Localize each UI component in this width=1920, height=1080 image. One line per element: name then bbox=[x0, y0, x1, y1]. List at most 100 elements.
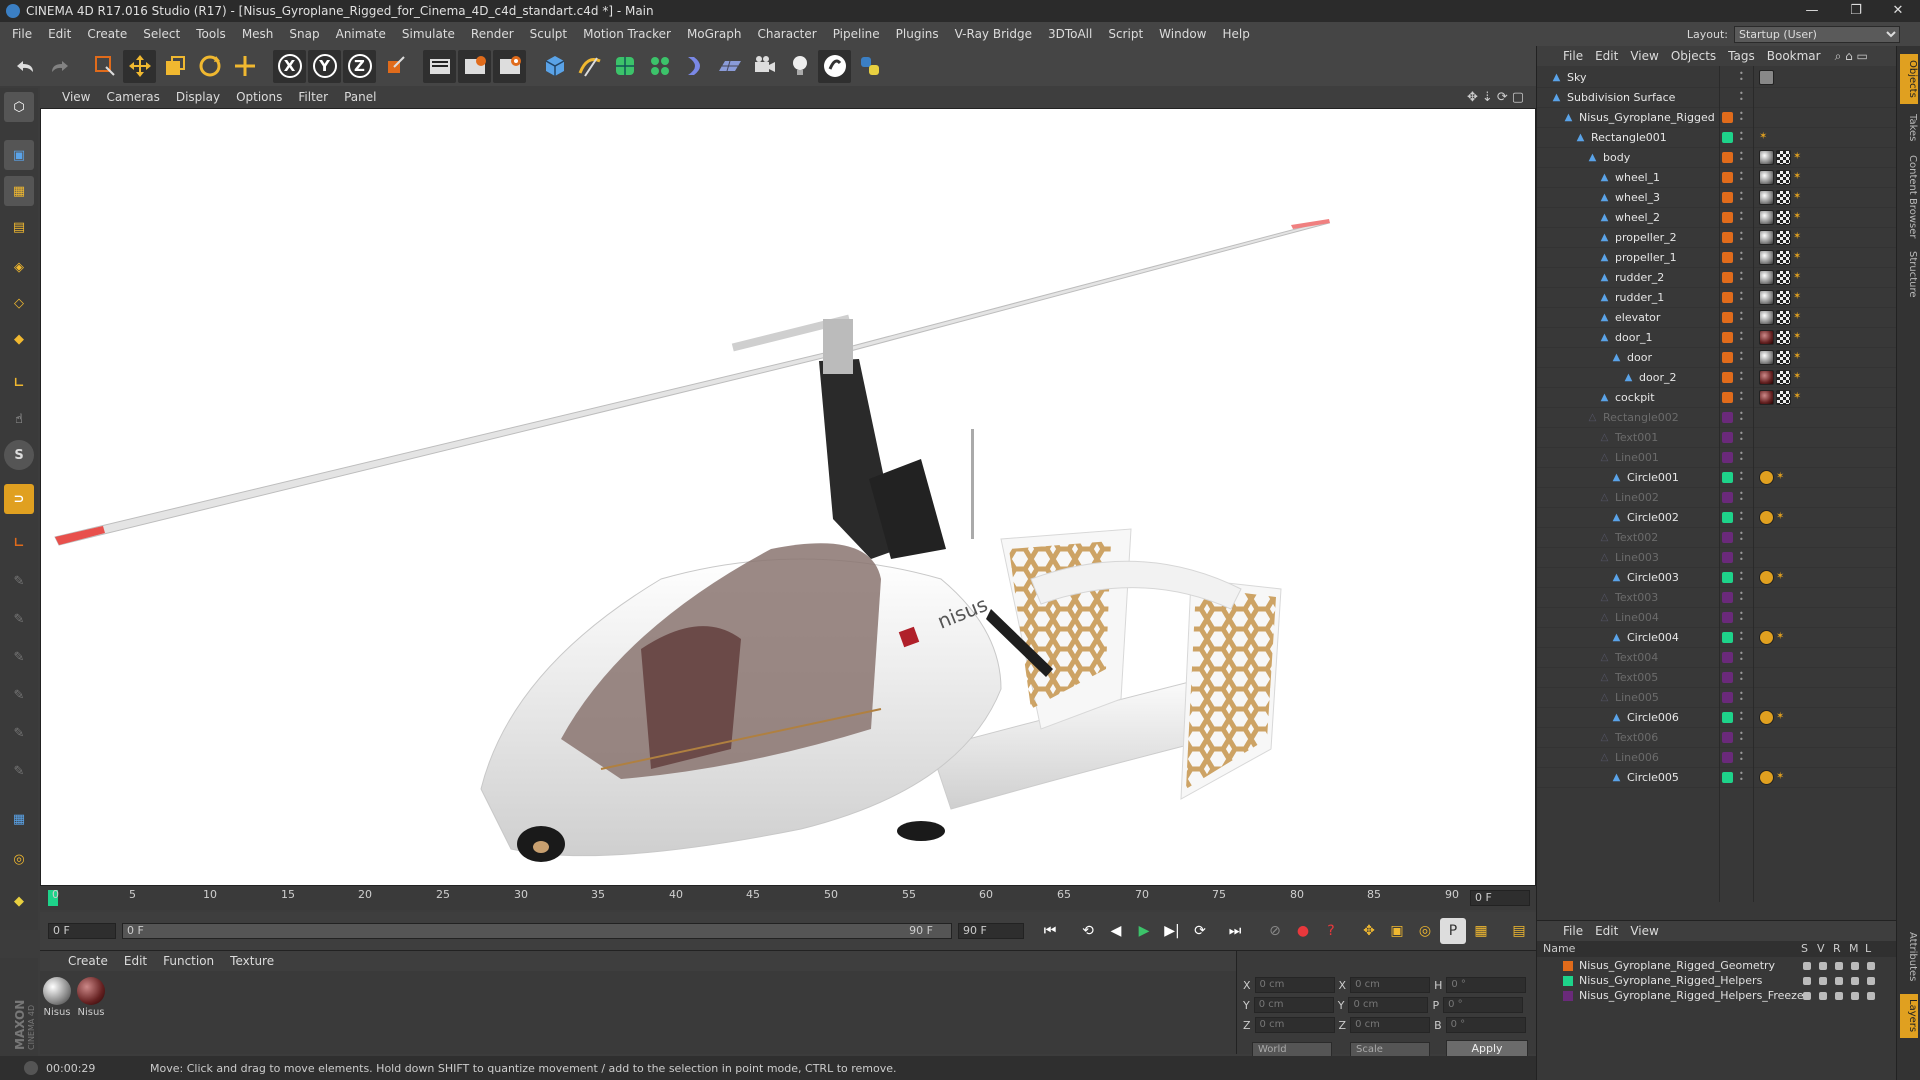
tag-ik-icon[interactable]: ✶ bbox=[1776, 710, 1791, 725]
render-settings-icon[interactable] bbox=[493, 49, 526, 83]
visibility-dots-icon[interactable]: • • bbox=[1739, 670, 1745, 684]
layer-color-swatch[interactable] bbox=[1722, 132, 1733, 143]
tag-chk-icon[interactable] bbox=[1776, 230, 1791, 245]
tag-mat-icon[interactable] bbox=[1759, 150, 1774, 165]
magnet-icon[interactable]: ⊃ bbox=[4, 484, 34, 514]
menu-vray-bridge[interactable]: V-Ray Bridge bbox=[947, 22, 1040, 46]
viewport-menu-display[interactable]: Display bbox=[168, 85, 228, 109]
layer-color-swatch[interactable] bbox=[1722, 252, 1733, 263]
object-menu-file[interactable]: File bbox=[1557, 44, 1589, 68]
layer-color-swatch[interactable] bbox=[1722, 372, 1733, 383]
object-row[interactable]: ▲ wheel_2 • • ✶ bbox=[1537, 208, 1897, 228]
tag-mat-icon[interactable] bbox=[1759, 310, 1774, 325]
layer-color-swatch[interactable] bbox=[1722, 432, 1733, 443]
visibility-dots-icon[interactable]: • • bbox=[1739, 730, 1745, 744]
scale-icon[interactable] bbox=[158, 50, 191, 83]
layer-row[interactable]: Nisus_Gyroplane_Rigged_Helpers bbox=[1537, 974, 1897, 988]
menu-character[interactable]: Character bbox=[749, 22, 824, 46]
object-row[interactable]: ▲ propeller_2 • • ✶ bbox=[1537, 228, 1897, 248]
tag-stop-icon[interactable] bbox=[1759, 630, 1774, 645]
deformer-icon[interactable] bbox=[678, 50, 711, 83]
menu-select[interactable]: Select bbox=[135, 22, 188, 46]
menu-script[interactable]: Script bbox=[1100, 22, 1151, 46]
layer-toggle-icon[interactable] bbox=[1819, 977, 1827, 985]
object-row[interactable]: ▲ propeller_1 • • ✶ bbox=[1537, 248, 1897, 268]
rotation-b-field[interactable]: 0 ° bbox=[1445, 1017, 1526, 1033]
key-position-icon[interactable]: ✥ bbox=[1356, 918, 1382, 944]
menu-pipeline[interactable]: Pipeline bbox=[825, 22, 888, 46]
tag-chk-icon[interactable] bbox=[1776, 290, 1791, 305]
visibility-dots-icon[interactable]: • • bbox=[1739, 450, 1745, 464]
sculpt-tool-1-icon[interactable]: ✎ bbox=[4, 566, 34, 596]
tag-mat-icon[interactable] bbox=[1759, 170, 1774, 185]
tag-stop-icon[interactable] bbox=[1759, 770, 1774, 785]
tag-mat-icon[interactable] bbox=[1759, 190, 1774, 205]
y-axis-icon[interactable]: Y bbox=[308, 49, 341, 83]
visibility-dots-icon[interactable]: • • bbox=[1739, 710, 1745, 724]
close-button[interactable]: ✕ bbox=[1876, 0, 1920, 22]
layer-color-swatch[interactable] bbox=[1722, 272, 1733, 283]
object-row[interactable]: ▲ door_1 • • ✶ bbox=[1537, 328, 1897, 348]
keyframe-selection-icon[interactable]: ? bbox=[1318, 918, 1344, 944]
layer-color-swatch[interactable] bbox=[1722, 332, 1733, 343]
layer-color-swatch[interactable] bbox=[1722, 672, 1733, 683]
rotation-h-field[interactable]: 0 ° bbox=[1446, 977, 1527, 993]
points-mode-icon[interactable]: ◈ bbox=[4, 252, 34, 282]
subdivision-icon[interactable] bbox=[608, 50, 641, 83]
tag-chk-icon[interactable] bbox=[1776, 330, 1791, 345]
layer-toggle-icon[interactable] bbox=[1851, 992, 1859, 1000]
tag-stop-icon[interactable] bbox=[1759, 570, 1774, 585]
layer-color-swatch[interactable] bbox=[1722, 452, 1733, 463]
layer-color-swatch[interactable] bbox=[1722, 692, 1733, 703]
object-menu-bookmarks[interactable]: Bookmar bbox=[1761, 44, 1827, 68]
tag-dark-icon[interactable] bbox=[1759, 390, 1774, 405]
layer-toggle-icon[interactable] bbox=[1867, 962, 1875, 970]
tag-ik-icon[interactable]: ✶ bbox=[1776, 630, 1791, 645]
object-row[interactable]: ▲ rudder_1 • • ✶ bbox=[1537, 288, 1897, 308]
object-row[interactable]: ▲ Circle005 • • ✶ bbox=[1537, 768, 1897, 788]
tag-ik-icon[interactable]: ✶ bbox=[1759, 130, 1774, 145]
python-icon[interactable] bbox=[853, 50, 886, 83]
axis-mode-icon[interactable]: ∟ bbox=[4, 368, 34, 398]
size-z-field[interactable]: 0 cm bbox=[1350, 1017, 1431, 1033]
object-row[interactable]: △ Line005 • • bbox=[1537, 688, 1897, 708]
object-row[interactable]: △ Line002 • • bbox=[1537, 488, 1897, 508]
z-axis-icon[interactable]: Z bbox=[343, 49, 376, 83]
visibility-dots-icon[interactable]: • • bbox=[1739, 590, 1745, 604]
tag-mat-icon[interactable] bbox=[1759, 270, 1774, 285]
layer-toggle-icon[interactable] bbox=[1803, 992, 1811, 1000]
tab-layers[interactable]: Layers bbox=[1900, 994, 1918, 1038]
size-x-field[interactable]: 0 cm bbox=[1350, 977, 1431, 993]
tag-stop-icon[interactable] bbox=[1759, 710, 1774, 725]
visibility-dots-icon[interactable]: • • bbox=[1739, 570, 1745, 584]
object-menu-edit[interactable]: Edit bbox=[1589, 44, 1624, 68]
tag-ik-icon[interactable]: ✶ bbox=[1776, 510, 1791, 525]
tag-stop-icon[interactable] bbox=[1759, 470, 1774, 485]
tag-chk-icon[interactable] bbox=[1776, 170, 1791, 185]
material-menu-texture[interactable]: Texture bbox=[222, 951, 282, 971]
tag-ik-icon[interactable]: ✶ bbox=[1793, 370, 1808, 385]
object-menu-tags[interactable]: Tags bbox=[1722, 44, 1761, 68]
object-row[interactable]: △ Line006 • • bbox=[1537, 748, 1897, 768]
layer-color-swatch[interactable] bbox=[1722, 772, 1733, 783]
tag-ik-icon[interactable]: ✶ bbox=[1793, 350, 1808, 365]
snap-icon[interactable]: S bbox=[4, 440, 34, 470]
tab-objects[interactable]: Objects bbox=[1900, 54, 1918, 104]
visibility-dots-icon[interactable]: • • bbox=[1739, 90, 1745, 104]
tag-chk-icon[interactable] bbox=[1776, 270, 1791, 285]
layer-row[interactable]: Nisus_Gyroplane_Rigged_Geometry bbox=[1537, 959, 1897, 973]
tag-ik-icon[interactable]: ✶ bbox=[1793, 270, 1808, 285]
pen-spline-icon[interactable] bbox=[573, 50, 606, 83]
viewport-menu-options[interactable]: Options bbox=[228, 85, 290, 109]
layer-toggle-icon[interactable] bbox=[1835, 962, 1843, 970]
object-row[interactable]: ▲ Circle004 • • ✶ bbox=[1537, 628, 1897, 648]
object-row[interactable]: △ Line003 • • bbox=[1537, 548, 1897, 568]
cloner-icon[interactable] bbox=[643, 50, 676, 83]
material-swatch[interactable]: Nisus bbox=[76, 977, 106, 1019]
layer-color-swatch[interactable] bbox=[1722, 112, 1733, 123]
tag-dark-icon[interactable] bbox=[1759, 370, 1774, 385]
timeline-ruler[interactable]: 0 5 10 15 20 25 30 35 40 45 50 55 60 65 … bbox=[40, 886, 1536, 910]
layer-color-swatch[interactable] bbox=[1722, 392, 1733, 403]
tag-ik-icon[interactable]: ✶ bbox=[1793, 250, 1808, 265]
visibility-dots-icon[interactable]: • • bbox=[1739, 390, 1745, 404]
